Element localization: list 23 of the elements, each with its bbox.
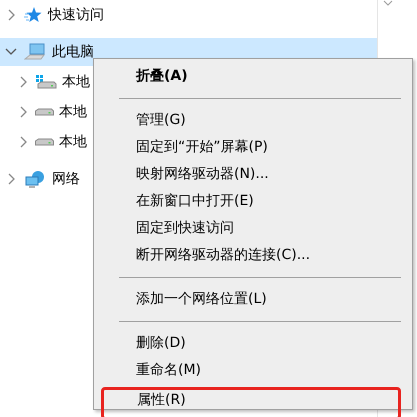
tree-item-label: 此电脑 [52,43,94,61]
menu-item[interactable]: 折叠(A) [97,63,409,90]
menu-item[interactable]: 管理(G) [97,107,409,134]
menu-item[interactable]: 映射网络驱动器(N)... [97,161,409,188]
star-icon [24,6,42,24]
network-icon [24,170,46,188]
menu-item[interactable]: 断开网络驱动器的连接(C)... [97,242,409,269]
drive-icon [35,108,54,116]
menu-item[interactable]: 固定到快速访问 [97,215,409,242]
menu-item[interactable]: 在新窗口中打开(E) [97,188,409,215]
menu-item[interactable]: 属性(R) [101,387,401,417]
menu-item[interactable]: 删除(D) [97,330,409,357]
menu-item[interactable]: 固定到“开始”屏幕(P) [97,134,409,161]
tree-item[interactable]: 本地 [59,103,87,121]
drive-icon [35,74,57,90]
menu-item[interactable]: 添加一个网络位置(L) [97,286,409,313]
menu-item[interactable]: 重命名(M) [97,357,409,384]
tree-item[interactable]: 网络 [52,170,80,188]
tree-item[interactable]: 本地 [59,133,87,151]
drive-icon [35,138,54,146]
tree-item[interactable]: 快速访问 [48,6,104,24]
tree-item[interactable]: 本地 [62,73,90,91]
computer-icon [24,43,46,61]
